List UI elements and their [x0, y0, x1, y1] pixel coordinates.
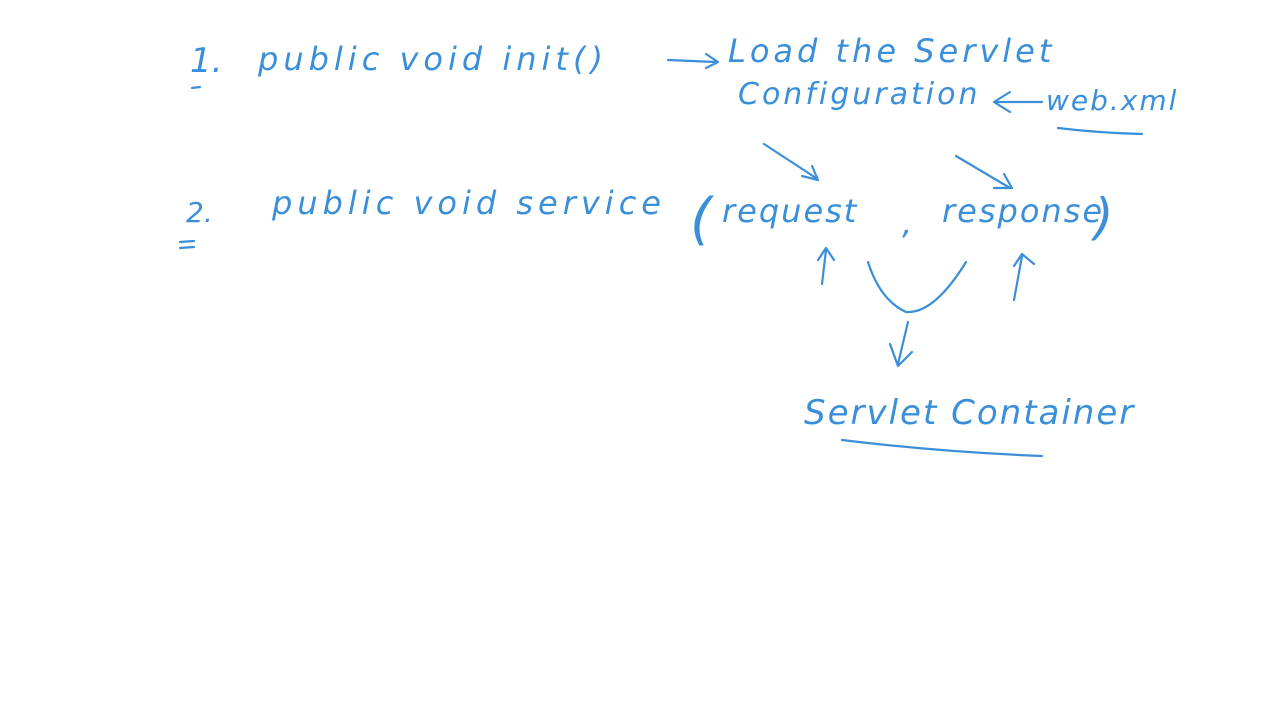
response-param: response	[942, 192, 1104, 230]
close-paren: )	[1090, 188, 1114, 246]
servlet-container-label: Servlet Container	[804, 393, 1135, 433]
servlet-container-underline	[840, 438, 1044, 458]
container-u-curve	[866, 260, 968, 314]
init-method-signature: public void init()	[257, 40, 608, 78]
configuration-annotation: Configuration	[738, 77, 980, 112]
service-method-signature: public void service	[271, 184, 666, 222]
request-up-arrow	[816, 246, 836, 286]
web-xml-label: web.xml	[1046, 84, 1178, 117]
whiteboard-canvas: 1. public void init() Load the Servlet C…	[178, 32, 1178, 458]
init-to-load-arrow	[666, 52, 720, 70]
response-up-arrow	[1012, 252, 1036, 302]
webxml-to-config-arrow	[992, 90, 1044, 114]
to-container-arrow	[888, 320, 914, 368]
item-number-1-underline	[190, 85, 202, 90]
request-param: request	[722, 192, 858, 230]
item-number-1: 1.	[190, 41, 222, 81]
open-paren: (	[690, 187, 714, 252]
comma: ,	[902, 204, 912, 242]
item-number-2: 2.	[186, 196, 213, 229]
config-to-request-arrow	[762, 142, 820, 182]
item-number-2-underline	[178, 239, 196, 250]
config-to-response-arrow	[954, 154, 1014, 190]
load-servlet-annotation: Load the Servlet	[728, 32, 1055, 70]
web-xml-underline	[1056, 126, 1144, 136]
